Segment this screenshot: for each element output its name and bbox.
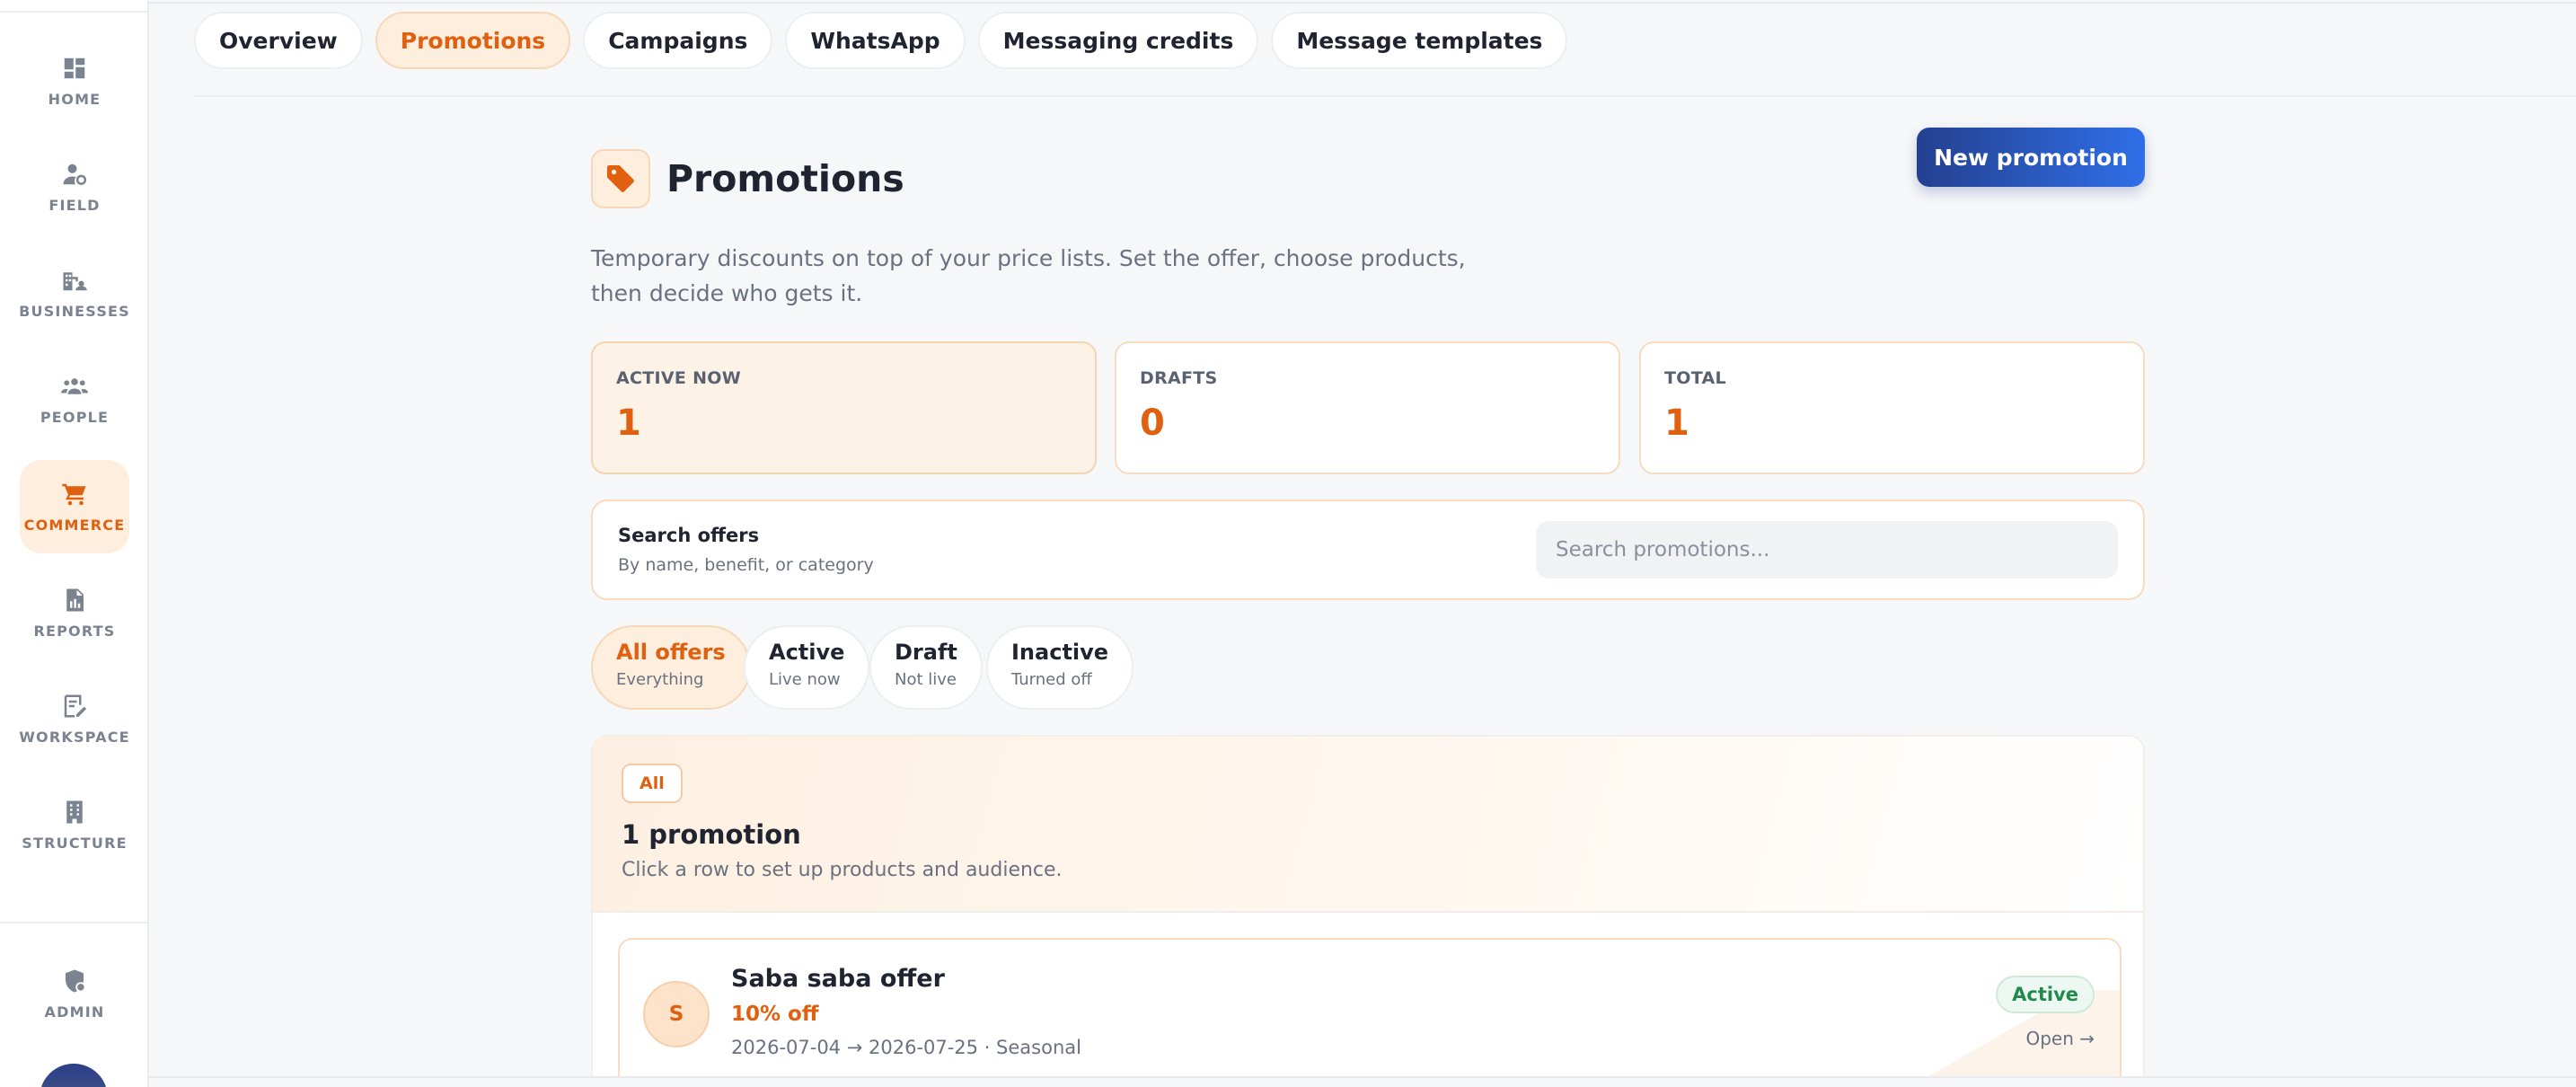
sidebar-item-label: STRUCTURE — [22, 834, 128, 852]
filter-title: All offers — [616, 640, 726, 665]
tag-icon — [607, 165, 634, 192]
page-subtitle: Temporary discounts on top of your price… — [591, 241, 1489, 311]
dashboard-icon — [64, 57, 85, 78]
tabs-divider — [194, 95, 2576, 97]
tab-promotions[interactable]: Promotions — [375, 12, 571, 69]
sidebar-item-reports[interactable]: REPORTS — [20, 566, 129, 659]
filter-subtitle: Everything — [616, 670, 704, 689]
sidebar-item-field[interactable]: FIELD — [20, 140, 129, 234]
commerce-tabs: Overview Promotions Campaigns WhatsApp M… — [194, 12, 1568, 69]
buildings-icon — [63, 271, 87, 290]
cart-icon — [62, 483, 86, 505]
sidebar-item-commerce[interactable]: COMMERCE — [20, 460, 129, 553]
report-icon — [66, 588, 84, 611]
person-pin-icon — [63, 163, 87, 185]
stat-value: 1 — [1664, 402, 1689, 444]
bottom-edge — [149, 1076, 2576, 1087]
stat-label: TOTAL — [1664, 368, 1726, 388]
promotion-benefit: 10% off — [731, 1003, 819, 1026]
sidebar-item-label: HOME — [48, 90, 101, 108]
edit-note-icon — [64, 694, 87, 717]
search-subtitle: By name, benefit, or category — [618, 555, 874, 575]
sidebar-item-label: PEOPLE — [40, 408, 110, 426]
search-input[interactable] — [1536, 521, 2118, 579]
sidebar-item-label: WORKSPACE — [19, 728, 130, 746]
tab-whatsapp[interactable]: WhatsApp — [785, 12, 966, 69]
list-count: 1 promotion — [622, 819, 801, 850]
subtitle-line-1: Temporary discounts on top of your price… — [591, 245, 1466, 271]
sidebar-item-label: BUSINESSES — [19, 302, 130, 320]
sidebar-item-home[interactable]: HOME — [20, 34, 129, 128]
user-avatar[interactable] — [40, 1064, 108, 1087]
building-icon — [66, 800, 83, 823]
sidebar-item-label: FIELD — [49, 196, 101, 214]
filter-draft[interactable]: Draft Not live — [869, 625, 983, 710]
top-border — [149, 2, 2576, 4]
sidebar-item-businesses[interactable]: BUSINESSES — [19, 246, 130, 340]
filter-title: Draft — [895, 640, 957, 665]
promotions-list: All 1 promotion Click a row to set up pr… — [591, 735, 2145, 1087]
filter-title: Inactive — [1011, 640, 1109, 665]
list-hint: Click a row to set up products and audie… — [622, 859, 1063, 881]
tab-messaging-credits[interactable]: Messaging credits — [977, 12, 1259, 69]
filter-active[interactable]: Active Live now — [744, 625, 870, 710]
search-title: Search offers — [618, 525, 760, 546]
filter-title: Active — [769, 640, 845, 665]
open-link[interactable]: Open → — [2025, 1028, 2095, 1049]
stat-value: 0 — [1140, 402, 1165, 444]
promotion-dates: 2026-07-04 → 2026-07-25 · Seasonal — [731, 1037, 1081, 1058]
people-icon — [61, 377, 88, 394]
sidebar-top-divider — [0, 11, 147, 13]
stat-card-total: TOTAL 1 — [1639, 341, 2145, 474]
promotion-initial-avatar: S — [643, 981, 710, 1047]
sidebar-item-workspace[interactable]: WORKSPACE — [19, 672, 130, 765]
filter-all-offers[interactable]: All offers Everything — [591, 625, 751, 710]
tab-overview[interactable]: Overview — [194, 12, 363, 69]
sidebar-divider — [0, 922, 147, 924]
sidebar-item-label: REPORTS — [33, 622, 116, 640]
stat-card-drafts: DRAFTS 0 — [1115, 341, 1620, 474]
tab-message-templates[interactable]: Message templates — [1271, 12, 1568, 69]
sidebar-item-structure[interactable]: STRUCTURE — [20, 778, 129, 871]
sidebar-item-admin[interactable]: ADMIN — [20, 947, 129, 1040]
sidebar: HOME FIELD BUSINESSES PEOPLE COMMERCE RE… — [0, 0, 149, 1087]
promotion-name: Saba saba offer — [731, 965, 945, 993]
new-promotion-button[interactable]: New promotion — [1917, 128, 2145, 187]
stat-label: DRAFTS — [1140, 368, 1218, 388]
filter-inactive[interactable]: Inactive Turned off — [986, 625, 1134, 710]
filter-subtitle: Not live — [895, 670, 957, 689]
stat-card-active-now: ACTIVE NOW 1 — [591, 341, 1097, 474]
stat-label: ACTIVE NOW — [616, 368, 741, 388]
subtitle-line-2: then decide who gets it. — [591, 280, 863, 306]
tab-campaigns[interactable]: Campaigns — [583, 12, 773, 69]
filter-subtitle: Live now — [769, 670, 841, 689]
sidebar-item-people[interactable]: PEOPLE — [20, 352, 129, 446]
list-header: All 1 promotion Click a row to set up pr… — [593, 737, 2143, 913]
shield-person-icon — [66, 969, 86, 992]
title-icon-badge — [591, 149, 650, 208]
status-badge: Active — [1996, 976, 2095, 1013]
filter-subtitle: Turned off — [1011, 670, 1092, 689]
sidebar-item-label: ADMIN — [44, 1003, 105, 1021]
list-filter-badge: All — [622, 764, 683, 803]
search-card: Search offers By name, benefit, or categ… — [591, 499, 2145, 600]
sidebar-item-label: COMMERCE — [23, 516, 126, 534]
promotion-row[interactable]: S Saba saba offer 10% off 2026-07-04 → 2… — [618, 938, 2122, 1087]
page-title: Promotions — [666, 157, 904, 200]
stat-value: 1 — [616, 402, 641, 444]
